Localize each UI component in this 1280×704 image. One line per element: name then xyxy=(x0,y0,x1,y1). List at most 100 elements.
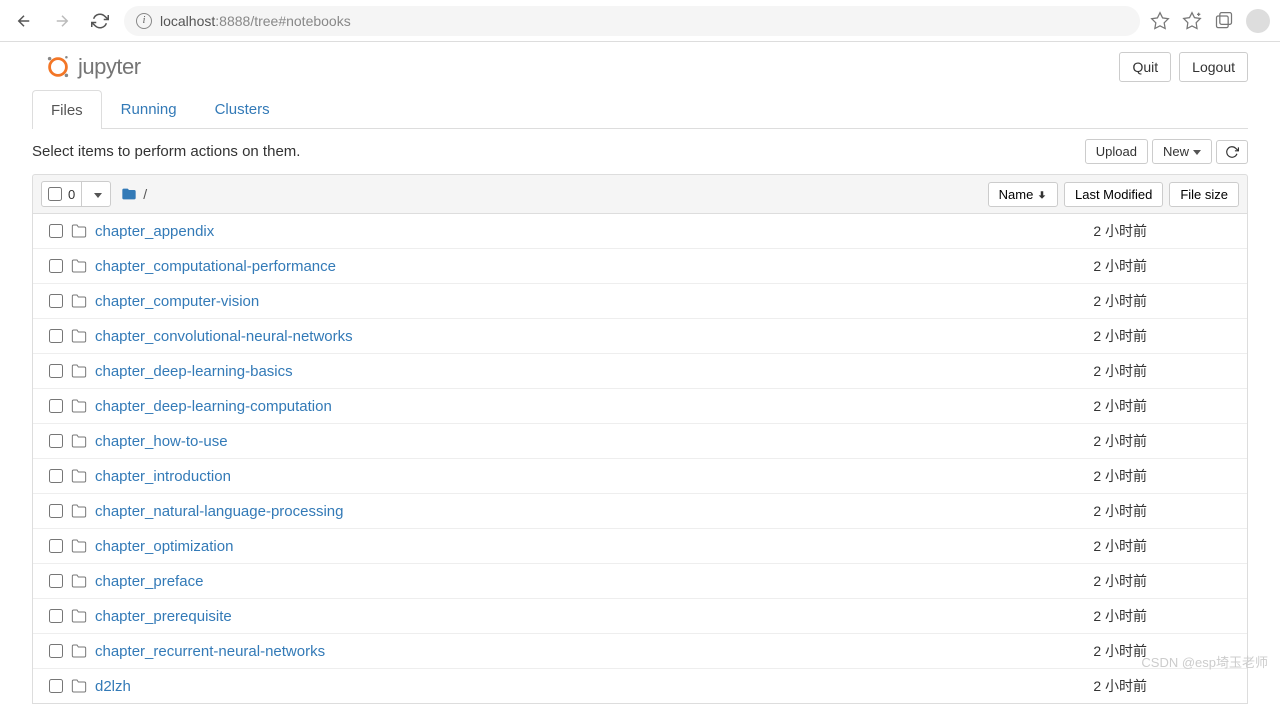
file-row: chapter_preface2 小时前 xyxy=(33,564,1247,599)
file-name-link[interactable]: d2lzh xyxy=(95,678,999,695)
file-name-link[interactable]: chapter_preface xyxy=(95,573,999,590)
file-row: chapter_how-to-use2 小时前 xyxy=(33,424,1247,459)
browser-actions xyxy=(1150,9,1270,33)
collections-icon[interactable] xyxy=(1214,11,1234,31)
folder-icon xyxy=(71,398,91,414)
file-name-link[interactable]: chapter_appendix xyxy=(95,223,999,240)
file-name-link[interactable]: chapter_how-to-use xyxy=(95,433,999,450)
file-modified: 2 小时前 xyxy=(999,431,1159,451)
folder-icon xyxy=(71,258,91,274)
folder-icon xyxy=(71,223,91,239)
file-modified: 2 小时前 xyxy=(999,466,1159,486)
file-modified: 2 小时前 xyxy=(999,291,1159,311)
jupyter-logo-text: jupyter xyxy=(78,54,141,80)
file-row: chapter_natural-language-processing2 小时前 xyxy=(33,494,1247,529)
breadcrumb: / xyxy=(121,186,147,202)
tab-clusters[interactable]: Clusters xyxy=(196,90,289,128)
file-checkbox[interactable] xyxy=(49,224,63,238)
star-icon[interactable] xyxy=(1150,11,1170,31)
file-row: chapter_appendix2 小时前 xyxy=(33,214,1247,249)
arrow-down-icon xyxy=(1037,190,1047,200)
file-checkbox[interactable] xyxy=(49,609,63,623)
folder-icon xyxy=(71,328,91,344)
folder-icon xyxy=(71,573,91,589)
address-bar[interactable]: i localhost:8888/tree#notebooks xyxy=(124,6,1140,36)
file-toolbar: Select items to perform actions on them.… xyxy=(32,129,1248,174)
file-name-link[interactable]: chapter_optimization xyxy=(95,538,999,555)
favorites-icon[interactable] xyxy=(1182,11,1202,31)
file-name-link[interactable]: chapter_prerequisite xyxy=(95,608,999,625)
folder-root-icon[interactable] xyxy=(121,186,137,202)
file-checkbox[interactable] xyxy=(49,679,63,693)
toolbar-hint: Select items to perform actions on them. xyxy=(32,143,300,160)
jupyter-logo[interactable]: jupyter xyxy=(44,53,141,81)
file-name-link[interactable]: chapter_deep-learning-computation xyxy=(95,398,999,415)
file-row: chapter_deep-learning-computation2 小时前 xyxy=(33,389,1247,424)
logout-button[interactable]: Logout xyxy=(1179,52,1248,82)
file-checkbox[interactable] xyxy=(49,259,63,273)
refresh-button[interactable] xyxy=(1216,140,1248,164)
file-list: chapter_appendix2 小时前chapter_computation… xyxy=(32,214,1248,704)
file-name-link[interactable]: chapter_computational-performance xyxy=(95,258,999,275)
file-checkbox[interactable] xyxy=(49,644,63,658)
breadcrumb-root: / xyxy=(143,186,147,202)
reload-button[interactable] xyxy=(86,7,114,35)
caret-down-icon xyxy=(94,193,102,198)
file-name-link[interactable]: chapter_computer-vision xyxy=(95,293,999,310)
folder-icon xyxy=(71,363,91,379)
file-name-link[interactable]: chapter_deep-learning-basics xyxy=(95,363,999,380)
file-modified: 2 小时前 xyxy=(999,571,1159,591)
sort-size-button[interactable]: File size xyxy=(1169,182,1239,207)
new-button[interactable]: New xyxy=(1152,139,1212,164)
file-modified: 2 小时前 xyxy=(999,501,1159,521)
file-checkbox[interactable] xyxy=(49,329,63,343)
url-text: localhost:8888/tree#notebooks xyxy=(160,13,351,29)
file-row: chapter_introduction2 小时前 xyxy=(33,459,1247,494)
sort-modified-button[interactable]: Last Modified xyxy=(1064,182,1163,207)
file-name-link[interactable]: chapter_convolutional-neural-networks xyxy=(95,328,999,345)
select-all-checkbox[interactable] xyxy=(48,187,62,201)
forward-button[interactable] xyxy=(48,7,76,35)
upload-button[interactable]: Upload xyxy=(1085,139,1148,164)
file-checkbox[interactable] xyxy=(49,469,63,483)
folder-icon xyxy=(71,643,91,659)
file-checkbox[interactable] xyxy=(49,539,63,553)
file-checkbox[interactable] xyxy=(49,399,63,413)
main-tabs: Files Running Clusters xyxy=(32,90,1248,129)
jupyter-header: jupyter Quit Logout xyxy=(32,42,1248,90)
folder-icon xyxy=(71,678,91,694)
file-modified: 2 小时前 xyxy=(999,256,1159,276)
url-port: :8888 xyxy=(215,13,250,29)
file-row: chapter_prerequisite2 小时前 xyxy=(33,599,1247,634)
tab-running[interactable]: Running xyxy=(102,90,196,128)
file-checkbox[interactable] xyxy=(49,434,63,448)
tab-files[interactable]: Files xyxy=(32,90,102,129)
browser-toolbar: i localhost:8888/tree#notebooks xyxy=(0,0,1280,42)
folder-icon xyxy=(71,608,91,624)
file-name-link[interactable]: chapter_recurrent-neural-networks xyxy=(95,643,999,660)
file-row: chapter_optimization2 小时前 xyxy=(33,529,1247,564)
url-path: /tree#notebooks xyxy=(250,13,350,29)
sort-name-button[interactable]: Name xyxy=(988,182,1058,207)
sort-name-label: Name xyxy=(999,187,1034,202)
file-name-link[interactable]: chapter_introduction xyxy=(95,468,999,485)
file-row: d2lzh2 小时前 xyxy=(33,669,1247,703)
file-checkbox[interactable] xyxy=(49,364,63,378)
folder-icon xyxy=(71,293,91,309)
selected-count: 0 xyxy=(68,187,75,202)
new-button-label: New xyxy=(1163,144,1189,159)
file-checkbox[interactable] xyxy=(49,574,63,588)
profile-avatar[interactable] xyxy=(1246,9,1270,33)
back-button[interactable] xyxy=(10,7,38,35)
file-checkbox[interactable] xyxy=(49,504,63,518)
file-modified: 2 小时前 xyxy=(999,221,1159,241)
caret-down-icon xyxy=(1193,150,1201,155)
folder-icon xyxy=(71,538,91,554)
file-name-link[interactable]: chapter_natural-language-processing xyxy=(95,503,999,520)
file-modified: 2 小时前 xyxy=(999,606,1159,626)
select-dropdown[interactable] xyxy=(81,182,110,206)
file-row: chapter_computational-performance2 小时前 xyxy=(33,249,1247,284)
file-checkbox[interactable] xyxy=(49,294,63,308)
quit-button[interactable]: Quit xyxy=(1119,52,1171,82)
file-modified: 2 小时前 xyxy=(999,326,1159,346)
